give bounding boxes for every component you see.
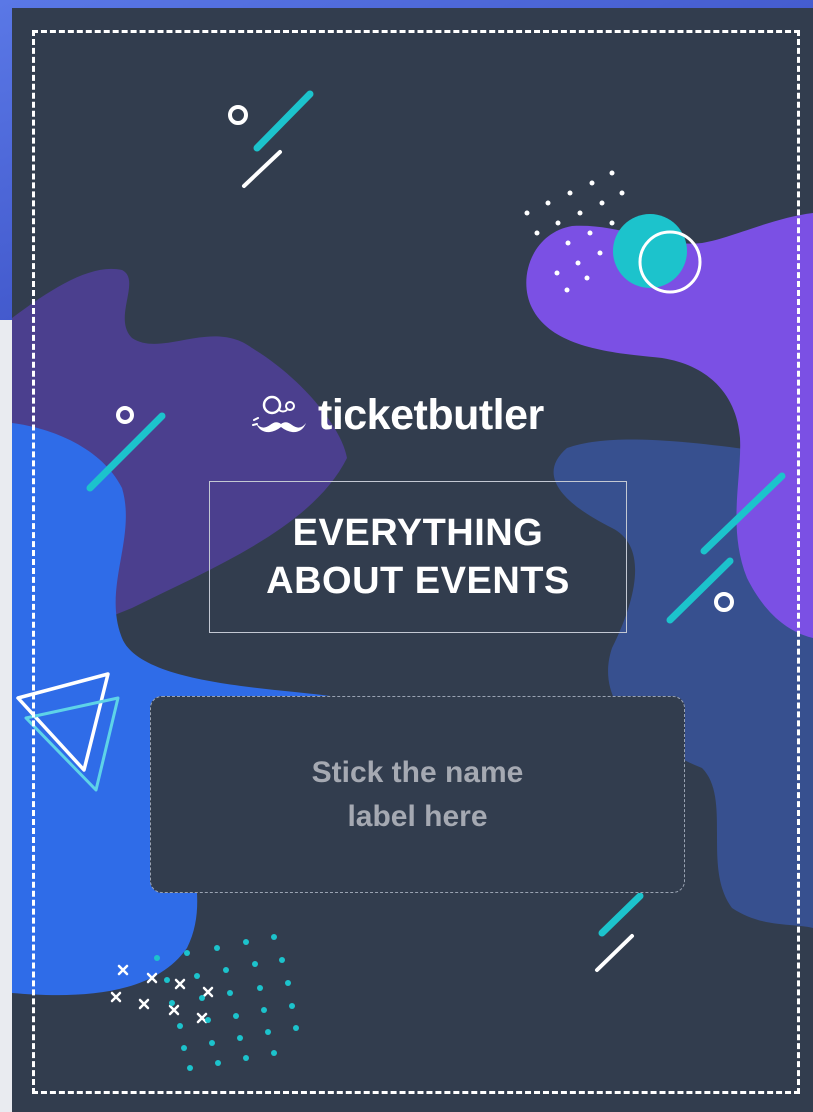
- headline-line-2: ABOUT EVENTS: [266, 560, 570, 602]
- ticketbutler-logo: ticketbutler: [252, 390, 544, 440]
- headline-box: EVERYTHING ABOUT EVENTS: [209, 481, 627, 633]
- event-badge-card: ticketbutler EVERYTHING ABOUT EVENTS Sti…: [12, 8, 813, 1112]
- brand-name: ticketbutler: [318, 390, 544, 439]
- label-instruction-line-2: label here: [347, 799, 488, 833]
- headline-line-1: EVERYTHING: [292, 512, 544, 554]
- name-label-placeholder: Stick the name label here: [150, 696, 685, 893]
- label-instruction-line-1: Stick the name: [311, 755, 524, 789]
- butler-mustache-monocle-icon: [252, 395, 306, 433]
